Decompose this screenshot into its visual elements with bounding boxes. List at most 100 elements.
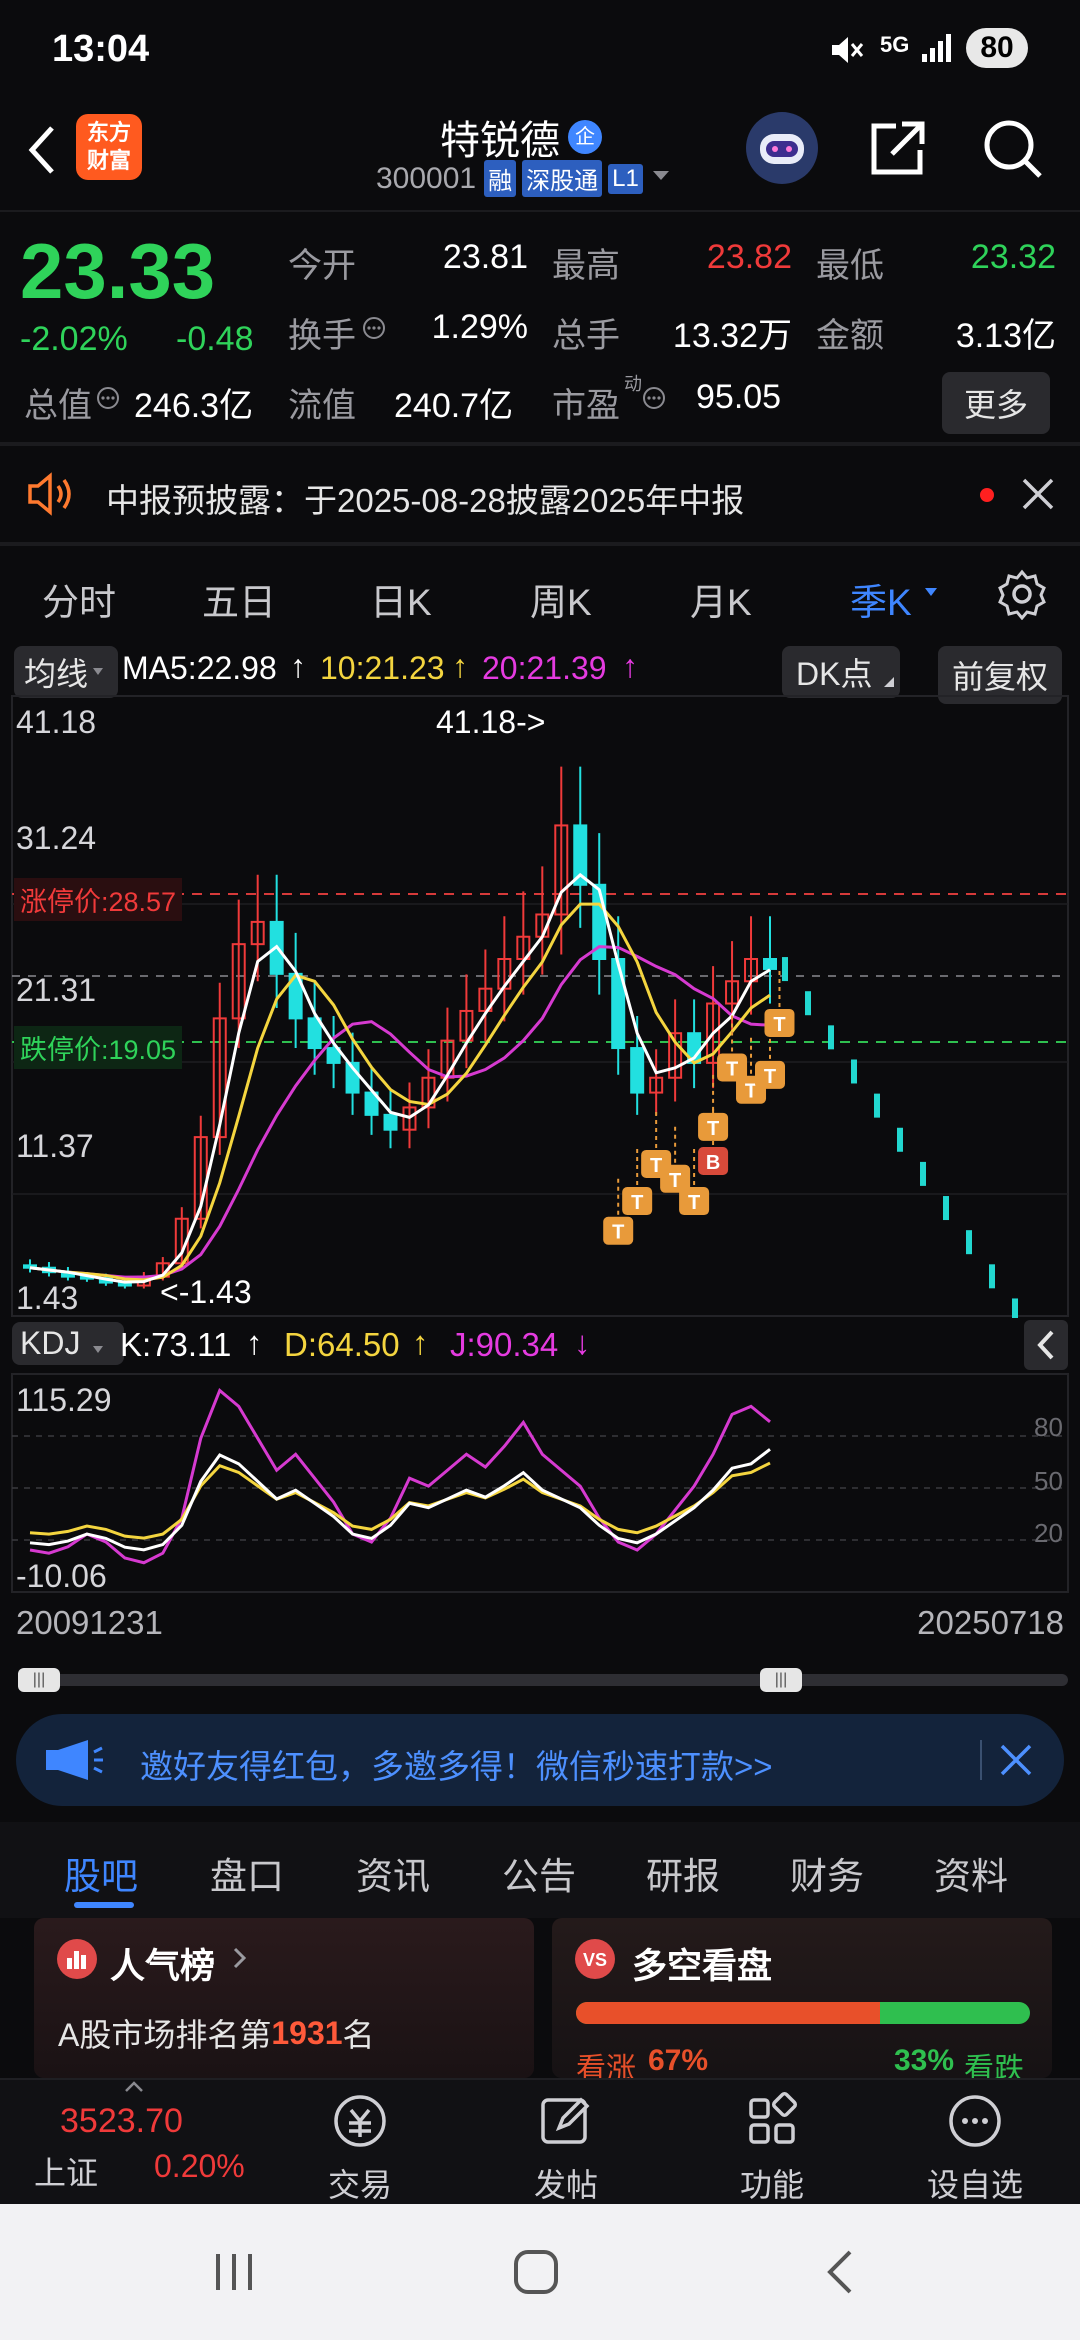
amount-value: 3.13亿	[955, 317, 1056, 355]
index-name[interactable]: 上证	[34, 2148, 98, 2194]
gear-icon[interactable]	[996, 568, 1048, 625]
kdj-d-value: D:64.50	[284, 1326, 400, 1363]
collapse-panel-button[interactable]	[1024, 1320, 1068, 1370]
kdj-axis-50: 50	[1034, 1466, 1063, 1496]
forecast-dashes	[782, 957, 1018, 1318]
limit-up-label: 涨停价:28.57	[14, 878, 183, 921]
close-icon[interactable]	[1020, 476, 1056, 517]
popularity-card[interactable]: 人气榜 A股市场排名第 1931 名	[34, 1918, 534, 2078]
slider-handle-left[interactable]: |||	[18, 1668, 60, 1692]
promo-banner[interactable]: 邀好友得红包，多邀多得！微信秒速打款>>	[16, 1714, 1064, 1806]
kdj-selector-caret-icon	[92, 1342, 104, 1360]
home-icon[interactable]	[512, 2248, 560, 2301]
axis-bottom-price: 1.43	[16, 1280, 79, 1316]
tab-profile[interactable]: 资料	[934, 1846, 1008, 1900]
tab-weekly-k[interactable]: 周K	[530, 572, 592, 626]
dk-point-button[interactable]: DK点	[782, 646, 901, 698]
popularity-title: 人气榜	[110, 1947, 216, 1986]
tab-five-day[interactable]: 五日	[202, 572, 276, 626]
float-mv-label: 流值	[288, 387, 356, 425]
index-pct[interactable]: 0.20%	[154, 2148, 245, 2185]
pe-superscript: 动	[624, 374, 642, 394]
dk-marker-label: T	[726, 1058, 738, 1080]
ma20-value: 20:21.39	[482, 650, 607, 686]
total-mv-info-icon[interactable]	[96, 386, 120, 415]
bull-bear-title: 多空看盘	[632, 1947, 773, 1986]
dk-marker-label: B	[706, 1152, 720, 1174]
forecast-dash	[851, 1059, 857, 1084]
kdj-axis-80: 80	[1034, 1412, 1063, 1442]
share-icon[interactable]	[866, 116, 930, 185]
change-amt: -0.48	[176, 320, 254, 358]
bull-bear-card[interactable]: VS 多空看盘 看涨 67% 33% 看跌	[552, 1918, 1052, 2078]
open-value: 23.81	[442, 238, 528, 276]
kdj-k-value: K:73.11	[120, 1326, 232, 1363]
range-slider[interactable]: ||| |||	[18, 1668, 1068, 1692]
tab-finance[interactable]: 财务	[790, 1846, 864, 1900]
tab-orderbook[interactable]: 盘口	[210, 1846, 284, 1900]
limit-down-label: 跌停价:19.05	[14, 1026, 183, 1069]
robot-assistant-icon[interactable]	[744, 110, 820, 191]
kline-chart[interactable]: TTTTTBTTTTT 41.18 41.18-> 31.24 涨停价:28.5…	[0, 694, 1080, 1318]
back-icon[interactable]	[22, 120, 62, 185]
network-label: 5G	[880, 32, 910, 57]
chevron-down-icon[interactable]	[651, 169, 671, 188]
slider-handle-right[interactable]: |||	[760, 1668, 802, 1692]
tab-intraday[interactable]: 分时	[42, 572, 116, 626]
tab-announcements[interactable]: 公告	[502, 1846, 576, 1900]
tag-level: L1	[608, 163, 643, 194]
tab-monthly-k[interactable]: 月K	[690, 572, 752, 626]
more-button[interactable]: 更多	[942, 372, 1051, 434]
turnover-value: 1.29%	[431, 308, 528, 346]
tab-dropdown-icon[interactable]	[924, 586, 938, 604]
ma5-arrow-icon: ↑	[290, 648, 306, 684]
kdj-selector[interactable]: KDJ	[12, 1322, 125, 1365]
bear-label: 看跌	[964, 2053, 1024, 2078]
nav-functions[interactable]: 功能	[732, 2090, 812, 2206]
pe-value: 95.05	[696, 378, 782, 416]
promo-close-icon[interactable]	[996, 1740, 1036, 1785]
nav-functions-label: 功能	[739, 2167, 804, 2203]
stock-header: 东方 财富 特锐德 企 300001 融 深股通 L1	[0, 100, 1080, 210]
system-nav-bar	[0, 2204, 1080, 2340]
bottom-nav: 3523.70 上证 0.20% 交易 发帖 功能 设自选	[0, 2078, 1080, 2206]
ma5-value: MA5:22.98	[122, 650, 277, 686]
chevron-right-icon	[232, 1946, 248, 1975]
ma20-arrow-icon: ↑	[622, 648, 638, 684]
bear-pct: 33%	[894, 2044, 955, 2077]
pe-info-icon[interactable]	[642, 386, 666, 415]
enterprise-badge: 企	[568, 120, 602, 154]
app-logo[interactable]: 东方 财富	[76, 114, 142, 180]
recent-apps-icon[interactable]	[210, 2248, 258, 2301]
tab-forum[interactable]: 股吧	[64, 1846, 138, 1900]
unread-dot	[980, 488, 994, 502]
candle-body	[307, 1017, 322, 1050]
notice-bar[interactable]: 中报预披露：于2025-08-28披露2025年中报	[0, 446, 1080, 542]
pe-label: 市盈	[552, 387, 620, 425]
ma-legend-bar: 均线 MA5:22.98 ↑ 10:21.23 ↑ 20:21.39 ↑ DK点…	[0, 644, 1080, 704]
battery-indicator: 80	[966, 28, 1028, 68]
tab-news[interactable]: 资讯	[356, 1846, 430, 1900]
tab-daily-k[interactable]: 日K	[370, 572, 432, 626]
promo-text: 邀好友得红包，多邀多得！微信秒速打款>>	[140, 1748, 773, 1785]
nav-add-watchlist[interactable]: 设自选	[920, 2090, 1030, 2206]
forecast-dash	[966, 1230, 972, 1255]
system-back-icon[interactable]	[818, 2248, 866, 2301]
slider-track	[18, 1674, 1068, 1686]
search-icon[interactable]	[980, 116, 1046, 187]
candle-body	[763, 957, 777, 970]
nav-trade[interactable]: 交易	[320, 2090, 400, 2206]
bull-bear-bar	[576, 2002, 1030, 2024]
max-marker: 41.18->	[436, 704, 546, 740]
candle-body	[383, 1113, 398, 1131]
last-price: 23.33	[20, 227, 216, 315]
axis-top-price: 41.18	[16, 704, 97, 740]
kline-svg: TTTTTBTTTTT	[11, 695, 1069, 1318]
tab-quarterly-k[interactable]: 季K	[850, 572, 912, 626]
turnover-info-icon[interactable]	[362, 316, 386, 345]
kdj-j-arrow-icon: ↓	[574, 1324, 591, 1361]
kdj-chart[interactable]: 115.29 -10.06 80 50 20	[0, 1372, 1080, 1594]
tab-research[interactable]: 研报	[646, 1846, 720, 1900]
index-value[interactable]: 3523.70	[60, 2102, 183, 2141]
nav-post[interactable]: 发帖	[526, 2090, 606, 2206]
